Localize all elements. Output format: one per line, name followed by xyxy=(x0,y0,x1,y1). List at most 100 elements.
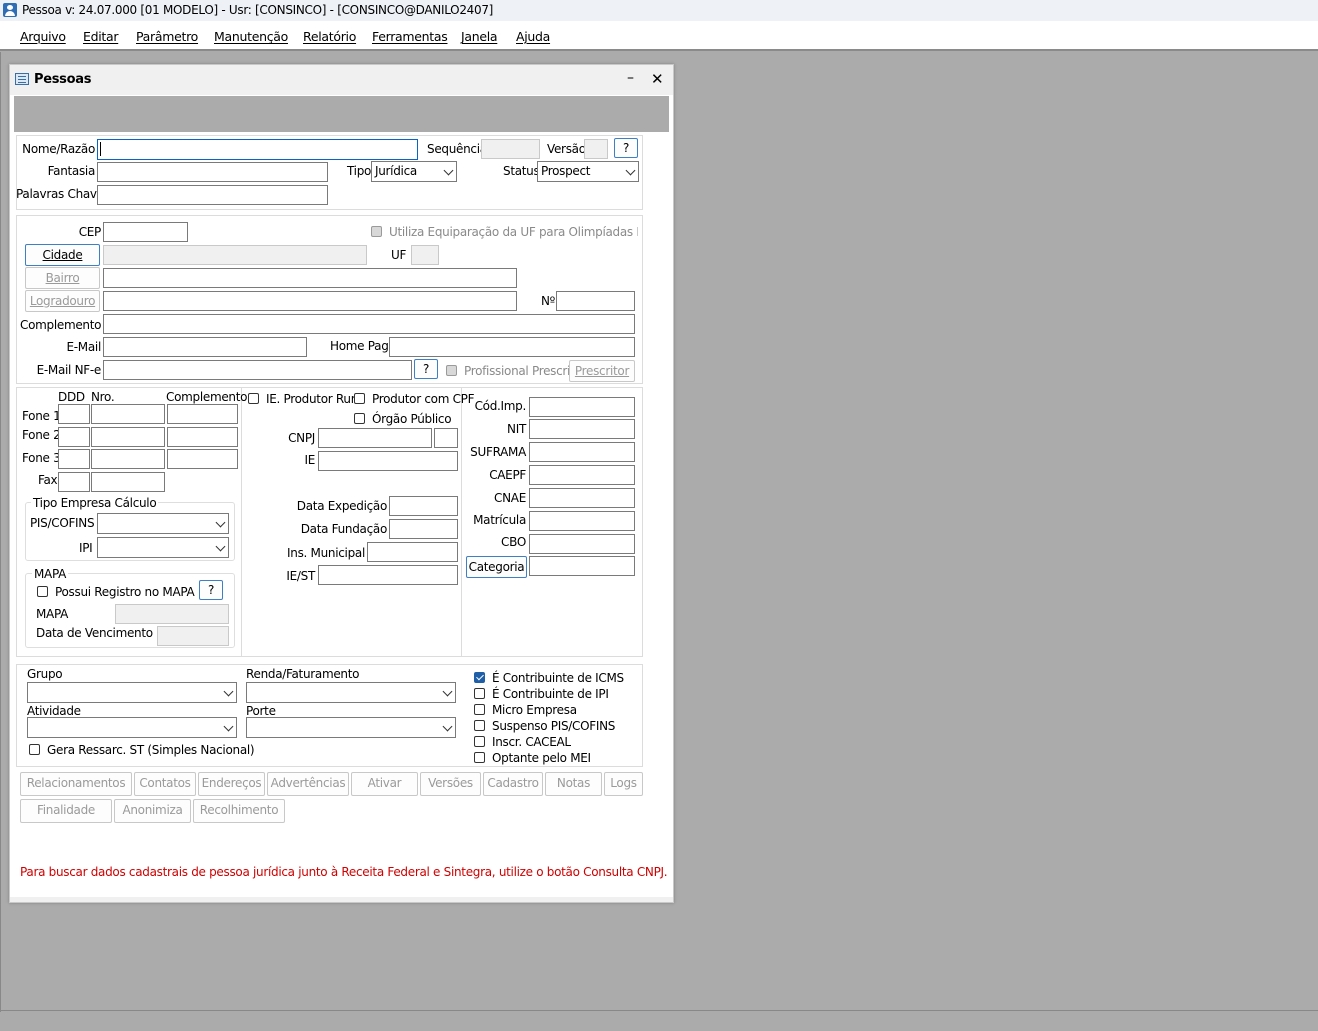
contrib-ipi-checkbox[interactable] xyxy=(474,688,485,699)
ativar-button[interactable]: Ativar xyxy=(351,772,418,796)
fantasia-input[interactable] xyxy=(97,162,328,182)
caceal-checkbox[interactable] xyxy=(474,736,485,747)
palavras-chave-input[interactable] xyxy=(97,185,328,205)
orgao-publico-checkbox[interactable] xyxy=(354,413,365,424)
menu-janela[interactable]: Janela xyxy=(461,29,498,44)
enderecos-button[interactable]: Endereços xyxy=(198,772,265,796)
suspenso-checkbox[interactable] xyxy=(474,720,485,731)
caepf-input[interactable] xyxy=(529,465,635,485)
fone1-complemento-input[interactable] xyxy=(167,404,238,424)
fone2-complemento-input[interactable] xyxy=(167,427,238,447)
contatos-button[interactable]: Contatos xyxy=(134,772,196,796)
versao-label: Versão xyxy=(547,142,586,156)
cnpj-digit-input[interactable] xyxy=(434,428,458,448)
help-button[interactable]: ? xyxy=(614,138,638,158)
produtor-cpf-checkbox[interactable] xyxy=(354,393,365,404)
fone1-ddd-input[interactable] xyxy=(58,404,90,424)
recolhimento-button[interactable]: Recolhimento xyxy=(193,799,285,823)
cnae-input[interactable] xyxy=(529,488,635,508)
mapa-help-button[interactable]: ? xyxy=(199,580,223,600)
cod-imp-input[interactable] xyxy=(529,397,635,417)
versao-input xyxy=(584,139,608,159)
ie-input[interactable] xyxy=(318,451,458,471)
contrib-icms-checkbox[interactable] xyxy=(474,672,485,683)
grupo-select[interactable] xyxy=(27,682,237,703)
contrib-ipi-label: É Contribuinte de IPI xyxy=(492,687,609,701)
finalidade-button[interactable]: Finalidade xyxy=(20,799,112,823)
homepage-input[interactable] xyxy=(389,337,635,357)
mdi-bottom-border xyxy=(0,1010,1318,1011)
complemento-header: Complemento xyxy=(166,390,248,404)
cep-input[interactable] xyxy=(103,222,188,242)
cnpj-input[interactable] xyxy=(318,428,432,448)
fax-ddd-input[interactable] xyxy=(58,472,90,492)
caepf-label: CAEPF xyxy=(489,468,526,482)
tipo-select[interactable]: Jurídica xyxy=(371,161,457,182)
menu-manutencao[interactable]: Manutenção xyxy=(214,29,288,44)
porte-select[interactable] xyxy=(246,717,456,738)
mei-checkbox[interactable] xyxy=(474,752,485,763)
app-person-icon xyxy=(3,3,17,17)
nome-input[interactable] xyxy=(97,139,418,160)
app-title: Pessoa v: 24.07.000 [01 MODELO] - Usr: [… xyxy=(22,3,494,17)
suframa-input[interactable] xyxy=(529,442,635,462)
categoria-input[interactable] xyxy=(529,556,635,576)
gera-ressarc-checkbox[interactable] xyxy=(29,744,40,755)
ipi-select[interactable] xyxy=(97,537,229,558)
cbo-input[interactable] xyxy=(529,534,635,554)
menu-arquivo[interactable]: Arquivo xyxy=(20,29,66,44)
fax-nro-input[interactable] xyxy=(91,472,165,492)
sequencia-input xyxy=(481,139,540,159)
ipi-label: IPI xyxy=(79,541,93,555)
menu-editar[interactable]: Editar xyxy=(83,29,119,44)
email-input[interactable] xyxy=(103,337,307,357)
advertencias-button[interactable]: Advertências xyxy=(267,772,349,796)
bairro-input[interactable] xyxy=(103,268,517,288)
ins-municipal-input[interactable] xyxy=(367,542,458,562)
email-nfe-input[interactable] xyxy=(103,360,412,380)
menu-relatorio[interactable]: Relatório xyxy=(303,29,356,44)
logs-button[interactable]: Logs xyxy=(604,772,643,796)
ie-produtor-checkbox[interactable] xyxy=(248,393,259,404)
cidade-button[interactable]: Cidade xyxy=(25,244,100,266)
possui-mapa-checkbox[interactable] xyxy=(37,586,48,597)
prescritor-button[interactable]: Prescritor xyxy=(569,360,635,382)
relacionamentos-button[interactable]: Relacionamentos xyxy=(20,772,132,796)
complemento-input[interactable] xyxy=(103,314,635,334)
nit-input[interactable] xyxy=(529,419,635,439)
matricula-input[interactable] xyxy=(529,511,635,531)
versoes-button[interactable]: Versões xyxy=(420,772,481,796)
categoria-button[interactable]: Categoria xyxy=(466,556,527,578)
data-expedicao-input[interactable] xyxy=(389,496,458,516)
numero-input[interactable] xyxy=(556,291,635,311)
pis-cofins-select[interactable] xyxy=(97,513,229,534)
fone3-nro-input[interactable] xyxy=(91,449,165,469)
logradouro-button[interactable]: Logradouro xyxy=(25,290,100,312)
menu-parametro[interactable]: Parâmetro xyxy=(136,29,198,44)
fone1-nro-input[interactable] xyxy=(91,404,165,424)
fone3-ddd-input[interactable] xyxy=(58,449,90,469)
fone2-ddd-input[interactable] xyxy=(58,427,90,447)
logradouro-input[interactable] xyxy=(103,291,517,311)
form-icon xyxy=(15,73,29,85)
atividade-select[interactable] xyxy=(27,717,237,738)
vencimento-input xyxy=(157,626,229,646)
micro-empresa-checkbox[interactable] xyxy=(474,704,485,715)
iest-input[interactable] xyxy=(318,565,458,585)
menu-ferramentas[interactable]: Ferramentas xyxy=(372,29,448,44)
data-fundacao-input[interactable] xyxy=(389,519,458,539)
suframa-label: SUFRAMA xyxy=(470,445,526,459)
close-button[interactable]: ✕ xyxy=(651,70,664,88)
minimize-button[interactable]: – xyxy=(627,70,634,86)
fone2-nro-input[interactable] xyxy=(91,427,165,447)
anonimiza-button[interactable]: Anonimiza xyxy=(114,799,191,823)
mapa-input xyxy=(115,604,229,624)
fone3-complemento-input[interactable] xyxy=(167,449,238,469)
menu-ajuda[interactable]: Ajuda xyxy=(516,29,550,44)
notas-button[interactable]: Notas xyxy=(545,772,602,796)
bairro-button[interactable]: Bairro xyxy=(25,267,100,289)
cadastro-button[interactable]: Cadastro xyxy=(483,772,543,796)
email-nfe-help-button[interactable]: ? xyxy=(414,359,438,379)
status-select[interactable]: Prospect xyxy=(537,161,639,182)
renda-select[interactable] xyxy=(246,682,456,703)
